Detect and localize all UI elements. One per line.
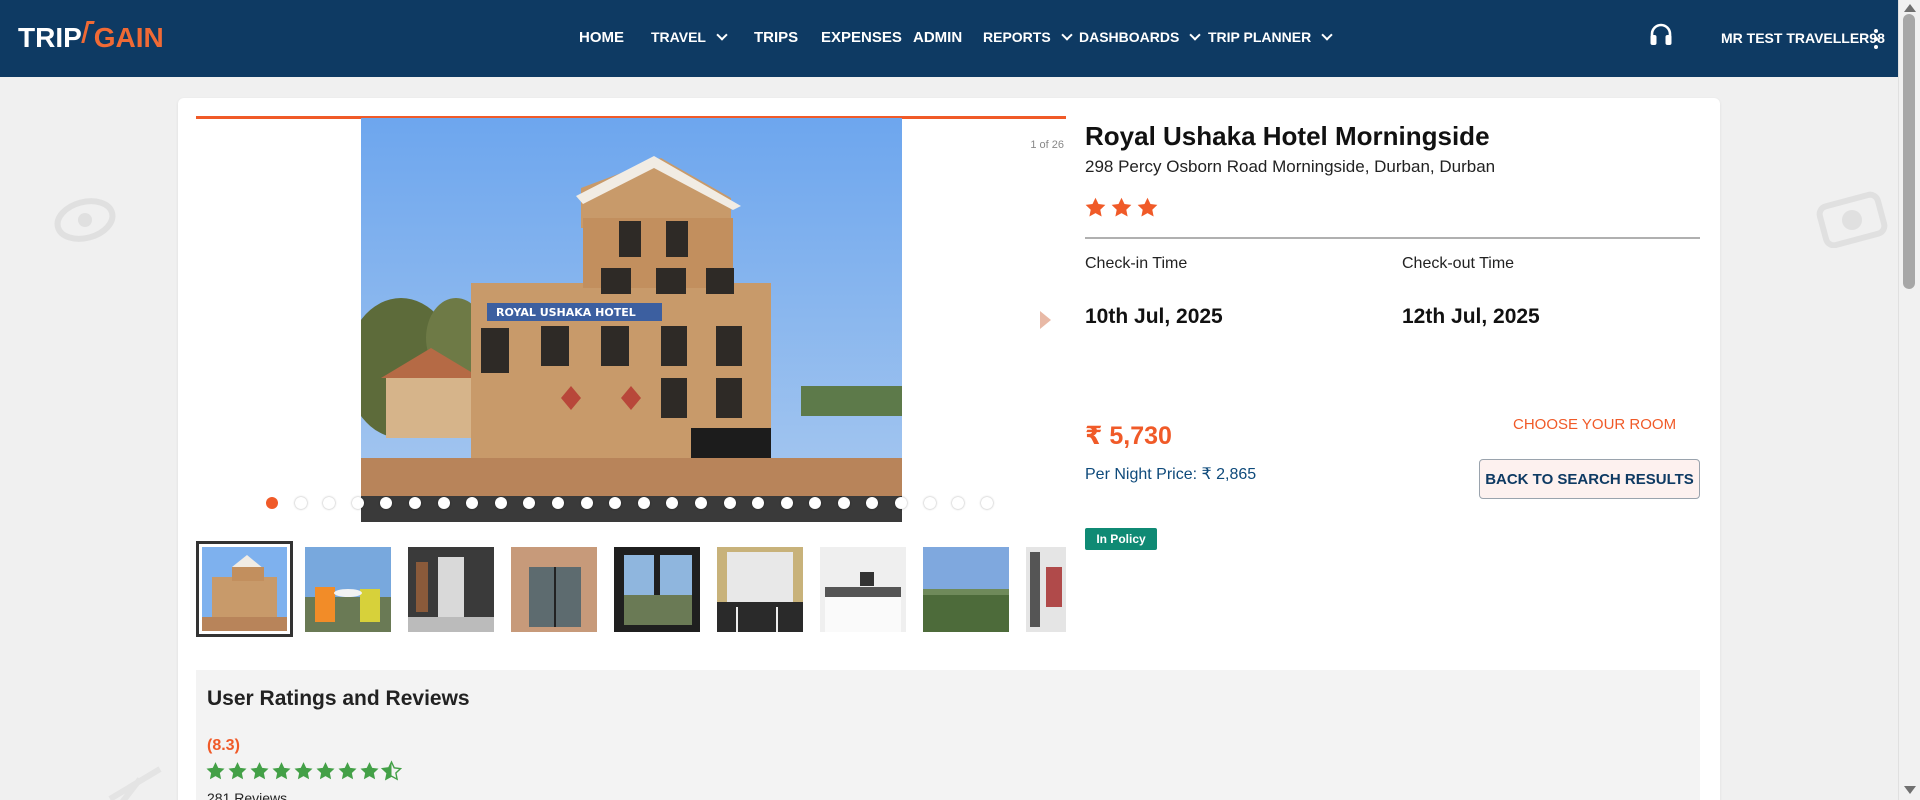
- nav-admin[interactable]: ADMIN: [913, 29, 962, 46]
- logo-mark: [81, 21, 95, 43]
- carousel-dot[interactable]: [694, 497, 707, 509]
- carousel-dot[interactable]: [351, 497, 364, 509]
- headset-icon[interactable]: [1648, 22, 1674, 48]
- chevron-down-icon: [1321, 29, 1333, 41]
- hotel-star-rating: [1084, 196, 1159, 219]
- star-filled-icon: [228, 762, 247, 780]
- watermark-sun-icon: [100, 752, 170, 800]
- chevron-down-icon: [716, 29, 728, 41]
- carousel-dot[interactable]: [437, 497, 450, 509]
- checkin-date: 10th Jul, 2025: [1085, 305, 1223, 328]
- star-filled-icon: [272, 762, 291, 780]
- scroll-thumb[interactable]: [1903, 14, 1915, 289]
- chevron-down-icon: [1061, 29, 1073, 41]
- per-night-price: Per Night Price: ₹ 2,865: [1085, 466, 1257, 483]
- thumbnail-5[interactable]: [614, 547, 700, 632]
- review-count: 281 Reviews: [207, 790, 288, 800]
- hotel-address: 298 Percy Osborn Road Morningside, Durba…: [1085, 157, 1496, 176]
- hotel-name: Royal Ushaka Hotel Morningside: [1085, 121, 1490, 151]
- carousel-dot[interactable]: [609, 497, 622, 509]
- hotel-main-photo[interactable]: ROYAL USHAKA HOTEL: [361, 118, 902, 522]
- logo-text-gain: GAIN: [93, 22, 164, 53]
- carousel-dot[interactable]: [895, 497, 908, 509]
- review-stars: [205, 760, 402, 782]
- thumbnail-1[interactable]: [196, 541, 293, 637]
- carousel-dot[interactable]: [752, 497, 765, 509]
- star-icon: [1137, 197, 1158, 217]
- thumbnail-6[interactable]: [717, 547, 803, 632]
- thumbnail-strip: [196, 541, 1066, 637]
- nav-reports[interactable]: REPORTS: [983, 29, 1073, 45]
- carousel-dot[interactable]: [837, 497, 850, 509]
- logo-text-trip: TRIP: [18, 22, 82, 53]
- page-scrollbar[interactable]: [1898, 0, 1920, 800]
- star-filled-icon: [316, 762, 335, 780]
- watermark-camera-icon: [1816, 186, 1888, 263]
- choose-room-link[interactable]: CHOOSE YOUR ROOM: [1513, 416, 1676, 433]
- carousel-dot[interactable]: [580, 497, 593, 509]
- checkout-date: 12th Jul, 2025: [1402, 305, 1540, 328]
- star-half-icon: [381, 760, 402, 781]
- nav-dashboards[interactable]: DASHBOARDS: [1079, 29, 1202, 45]
- carousel-dot[interactable]: [980, 497, 993, 509]
- carousel-dot[interactable]: [523, 497, 536, 509]
- chevron-down-icon: [1189, 29, 1202, 41]
- nav-trips[interactable]: TRIPS: [754, 29, 798, 46]
- star-icon: [1111, 197, 1132, 217]
- star-filled-icon: [360, 762, 379, 780]
- nav-travel[interactable]: TRAVEL: [651, 29, 728, 45]
- carousel-dot[interactable]: [923, 497, 936, 509]
- photo-counter: 1 of 26: [1030, 139, 1064, 151]
- thumbnail-4[interactable]: [511, 547, 597, 632]
- star-filled-icon: [338, 762, 357, 780]
- carousel-dot[interactable]: [408, 497, 421, 509]
- thumbnail-9[interactable]: [1026, 547, 1066, 632]
- user-name[interactable]: MR TEST TRAVELLER98: [1721, 30, 1885, 46]
- carousel-dot[interactable]: [866, 497, 879, 509]
- nav-home[interactable]: HOME: [579, 29, 624, 46]
- carousel-dot[interactable]: [551, 497, 564, 509]
- thumbnail-3[interactable]: [408, 547, 494, 632]
- scroll-down-arrow-icon[interactable]: [1904, 786, 1916, 794]
- star-filled-icon: [294, 762, 313, 780]
- tripgain-logo[interactable]: TRIP GAIN: [18, 20, 164, 56]
- scroll-up-arrow-icon[interactable]: [1904, 4, 1916, 12]
- carousel-dot[interactable]: [494, 497, 507, 509]
- reviews-title: User Ratings and Reviews: [207, 687, 470, 710]
- carousel-dot[interactable]: [666, 497, 679, 509]
- divider: [1085, 237, 1700, 239]
- next-photo-arrow-icon[interactable]: [1040, 311, 1051, 329]
- checkout-label: Check-out Time: [1402, 255, 1515, 272]
- thumbnail-7[interactable]: [820, 547, 906, 632]
- carousel-dot[interactable]: [809, 497, 822, 509]
- total-price: ₹ 5,730: [1085, 422, 1172, 450]
- carousel-dot[interactable]: [294, 497, 307, 509]
- back-to-search-button[interactable]: BACK TO SEARCH RESULTS: [1479, 459, 1700, 499]
- nav-trip-planner[interactable]: TRIP PLANNER: [1208, 29, 1333, 45]
- nav-expenses[interactable]: EXPENSES: [821, 29, 902, 46]
- carousel-dot[interactable]: [723, 497, 736, 509]
- carousel-dot[interactable]: [466, 497, 479, 509]
- in-policy-badge: In Policy: [1085, 528, 1157, 550]
- star-filled-icon: [250, 762, 269, 780]
- carousel-dot[interactable]: [380, 497, 393, 509]
- carousel-dot[interactable]: [323, 497, 336, 509]
- star-icon: [1085, 197, 1106, 217]
- carousel-dot[interactable]: [952, 497, 965, 509]
- top-navbar: TRIP GAIN HOME TRAVEL TRIPS EXPENSES ADMI…: [0, 0, 1898, 77]
- review-score: (8.3): [207, 737, 240, 754]
- svg-text:ROYAL USHAKA HOTEL: ROYAL USHAKA HOTEL: [496, 306, 636, 319]
- star-filled-icon: [206, 762, 225, 780]
- carousel-dot[interactable]: [637, 497, 650, 509]
- watermark-eye-icon: [52, 190, 118, 265]
- checkin-label: Check-in Time: [1085, 255, 1188, 272]
- kebab-menu-icon[interactable]: [1873, 29, 1879, 49]
- carousel-dot[interactable]: [780, 497, 793, 509]
- carousel-dot[interactable]: [266, 497, 278, 509]
- thumbnail-8[interactable]: [923, 547, 1009, 632]
- thumbnail-2[interactable]: [305, 547, 391, 632]
- carousel-dots: [266, 497, 1009, 509]
